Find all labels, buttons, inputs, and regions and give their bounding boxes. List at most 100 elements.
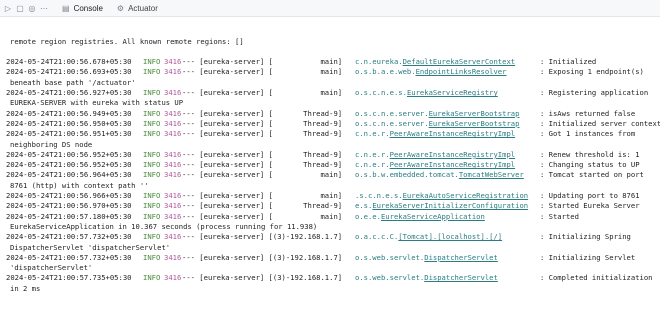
log-thread: --- [eureka-server] [ main] [182,211,343,221]
log-thread: --- [eureka-server] [ main] [182,88,343,98]
log-level: INFO [143,273,161,283]
log-logger-link[interactable]: EurekaServerBootstrap [429,109,520,118]
log-message: : Registering application [540,88,649,98]
settings-icon[interactable]: ⋯ [40,4,48,13]
log-thread: --- [eureka-server] [ main] [182,57,343,67]
log-header-line: remote region registries. All known remo… [10,36,244,46]
log-line: 2024-05-24T21:00:56.949+05:30 INFO 3416 ---… [0,109,660,119]
log-timestamp: 2024-05-24T21:00:56.678+05:30 [6,57,132,67]
log-thread: --- [eureka-server] [ Thread-9] [182,201,343,211]
log-line: 2024-05-24T21:00:56.966+05:30 INFO 3416 ---… [0,191,660,201]
log-logger-prefix: o.s.web.servlet. [355,252,425,262]
log-pid: 3416 [164,232,182,242]
log-pid: 3416 [164,160,182,170]
log-pid: 3416 [164,170,182,180]
log-message: : Initializing Spring [540,232,631,242]
log-pid: 3416 [164,88,182,98]
console-output[interactable]: remote region registries. All known remo… [0,16,660,310]
log-logger: o.s.c.n.e.s.EurekaServiceRegistry [355,88,498,98]
log-logger-link[interactable]: TomcatWebServer [459,170,524,179]
log-pid: 3416 [164,191,182,201]
log-pid: 3416 [164,57,182,67]
log-logger-link[interactable]: DispatcherServlet [424,253,498,262]
log-continuation: EurekaServiceApplication in 10.367 secon… [10,221,318,231]
log-timestamp: 2024-05-24T21:00:57.732+05:30 [6,252,132,262]
log-line: 2024-05-24T21:00:56.951+05:30 INFO 3416 ---… [0,129,660,139]
log-logger-link[interactable]: EurekaServiceApplication [381,212,485,221]
resume-icon[interactable]: ▷ [4,4,12,13]
log-continuation: in 2 ms [10,283,41,293]
log-logger-link[interactable]: EurekaServerInitializerConfiguration [372,201,528,210]
log-message: : Started Eureka Server [540,201,640,211]
log-logger-link[interactable]: EurekaAutoServiceRegistration [403,191,529,200]
log-logger: o.s.b.a.e.web.EndpointLinksResolver [355,67,506,77]
log-timestamp: 2024-05-24T21:00:56.970+05:30 [6,201,132,211]
log-logger-link[interactable]: EurekaServiceRegistry [407,88,498,97]
log-logger: o.s.web.servlet.DispatcherServlet [355,253,498,263]
log-continuation: 8761 (http) with context path '' [10,180,149,190]
log-timestamp: 2024-05-24T21:00:56.964+05:30 [6,170,132,180]
log-timestamp: 2024-05-24T21:00:56.950+05:30 [6,118,132,128]
log-logger-link[interactable]: [Tomcat].[localhost].[/] [398,232,502,241]
log-message: : Exposing 1 endpoint(s) [540,67,644,77]
log-logger-link[interactable]: PeerAwareInstanceRegistryImpl [390,160,516,169]
log-timestamp: 2024-05-24T21:00:56.952+05:30 [6,149,132,159]
log-logger-link[interactable]: DefaultEurekaServerContext [403,57,516,66]
log-timestamp: 2024-05-24T21:00:57.180+05:30 [6,211,132,221]
log-level: INFO [143,191,161,201]
log-logger-prefix: c.n.e.r. [355,160,390,170]
log-timestamp: 2024-05-24T21:00:56.966+05:30 [6,191,132,201]
log-thread: --- [eureka-server] [ Thread-9] [182,149,343,159]
log-message: : Initialized server context [540,118,660,128]
log-thread: --- [eureka-server] [(3)-192.168.1.7] [182,232,343,242]
log-line: 2024-05-24T21:00:57.735+05:30 INFO 3416 ---… [0,273,660,283]
log-logger-prefix: o.s.c.n.e.server. [355,108,429,118]
log-message: : Started [540,211,579,221]
log-line: 2024-05-24T21:00:57.180+05:30 INFO 3416 ---… [0,212,660,222]
log-pid: 3416 [164,201,182,211]
log-message: : Renew threshold is: 1 [540,149,640,159]
tab-actuator[interactable]: ⚙ Actuator [117,4,158,13]
log-continuation: beneath base path '/actuator' [10,77,136,87]
log-level: INFO [143,201,161,211]
stop-icon[interactable]: ▢ [16,4,24,13]
log-logger-link[interactable]: PeerAwareInstanceRegistryImpl [390,150,516,159]
log-logger-link[interactable]: EurekaServerBootstrap [429,119,520,128]
tab-console-label: Console [73,3,103,13]
log-message: : Completed initialization [540,273,653,283]
log-logger-prefix: c.n.eureka. [355,57,403,67]
log-line: 2024-05-24T21:00:56.927+05:30 INFO 3416 ---… [0,88,660,98]
log-logger-link[interactable]: PeerAwareInstanceRegistryImpl [390,129,516,138]
log-logger-prefix: .s.c.n.e.s. [355,191,403,201]
tab-console[interactable]: ▤ Console [62,4,103,13]
log-thread: --- [eureka-server] [ Thread-9] [182,108,343,118]
log-line: 2024-05-24T21:00:56.970+05:30 INFO 3416 ---… [0,201,660,211]
log-message: : Tomcat started on port [540,170,644,180]
log-level: INFO [143,170,161,180]
log-line: 2024-05-24T21:00:56.952+05:30 INFO 3416 ---… [0,160,660,170]
log-continuation: DispatcherServlet 'dispatcherServlet' [10,242,171,252]
log-pid: 3416 [164,149,182,159]
log-message: : Changing status to UP [540,160,640,170]
log-logger-link[interactable]: DispatcherServlet [424,273,498,282]
log-timestamp: 2024-05-24T21:00:57.735+05:30 [6,273,132,283]
camera-icon[interactable]: ◎ [28,4,36,13]
log-pid: 3416 [164,211,182,221]
log-pid: 3416 [164,67,182,77]
log-line: 2024-05-24T21:00:56.678+05:30 INFO 3416 ---… [0,57,660,67]
log-pid: 3416 [164,273,182,283]
log-thread: --- [eureka-server] [(3)-192.168.1.7] [182,273,343,283]
log-logger-prefix: c.n.e.r. [355,129,390,139]
log-timestamp: 2024-05-24T21:00:57.732+05:30 [6,232,132,242]
log-thread: --- [eureka-server] [(3)-192.168.1.7] [182,252,343,262]
log-level: INFO [143,108,161,118]
log-logger-prefix: o.s.b.w.embedded.tomcat. [355,170,459,180]
log-continuation: neighboring DS node [10,139,93,149]
log-logger: o.s.c.n.e.server.EurekaServerBootstrap [355,119,519,129]
log-logger-prefix: o.s.web.servlet. [355,273,425,283]
log-logger: o.s.b.w.embedded.tomcat.TomcatWebServer [355,170,524,180]
log-thread: --- [eureka-server] [ Thread-9] [182,118,343,128]
log-message: : isAws returned false [540,108,636,118]
log-logger-prefix: o.s.c.n.e.s. [355,88,407,98]
log-logger-link[interactable]: EndpointLinksResolver [416,67,507,76]
